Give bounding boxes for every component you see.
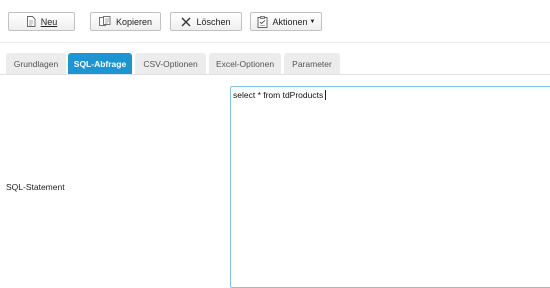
caret-down-icon: ▼ [309,18,316,25]
copy-icon [99,16,111,27]
tab-sql-abfrage[interactable]: SQL-Abfrage [68,53,132,74]
tab-excel-optionen[interactable]: Excel-Optionen [209,53,281,74]
actions-menu-button[interactable]: Aktionen ▼ [250,12,322,31]
sql-statement-textarea[interactable]: select * from tdProducts [230,86,550,288]
clipboard-icon [257,15,268,28]
document-icon [26,16,36,27]
copy-button-label: Kopieren [115,16,153,27]
new-button[interactable]: Neu [8,12,75,31]
copy-button[interactable]: Kopieren [90,12,161,31]
tab-grundlagen[interactable]: Grundlagen [6,53,66,74]
sql-statement-label: SQL-Statement [6,182,65,192]
tab-csv-optionen[interactable]: CSV-Optionen [135,53,206,74]
tab-divider [0,74,550,75]
new-button-label: Neu [40,16,58,27]
toolbar: Neu Kopieren Löschen Aktionen ▼ [0,0,550,43]
close-icon [181,17,191,27]
tab-parameter[interactable]: Parameter [284,53,340,74]
actions-button-label: Aktionen [272,16,308,27]
sql-statement-text: select * from tdProducts [233,90,324,100]
delete-button[interactable]: Löschen [170,12,242,31]
text-cursor [325,90,327,100]
delete-button-label: Löschen [196,16,231,27]
